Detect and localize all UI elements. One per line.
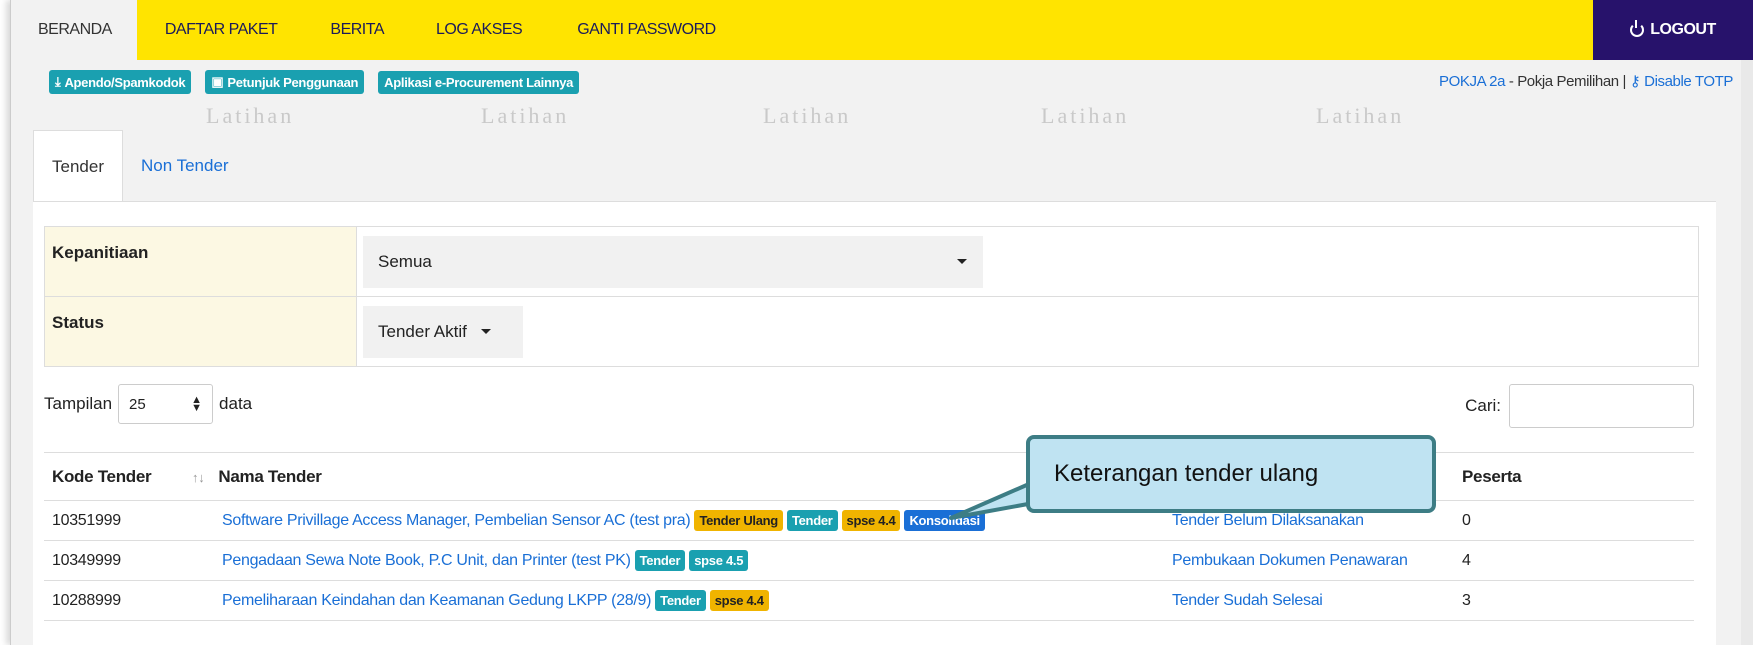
badge: spse 4.4 bbox=[841, 510, 901, 531]
kode-tender-cell: 10349999 bbox=[44, 540, 214, 581]
tender-link[interactable]: Pemeliharaan Keindahan dan Keamanan Gedu… bbox=[222, 592, 651, 609]
nama-tender-cell: Software Privillage Access Manager, Pemb… bbox=[214, 500, 1164, 541]
nama-tender-cell: Pemeliharaan Keindahan dan Keamanan Gedu… bbox=[214, 580, 1164, 621]
watermark: Latihan bbox=[206, 103, 295, 128]
status-select[interactable]: Tender Aktif bbox=[363, 305, 523, 358]
app-window: BERANDA DAFTAR PAKET BERITA LOG AKSES GA… bbox=[10, 0, 1753, 645]
length-prefix: Tampilan bbox=[44, 394, 113, 413]
kepanitiaan-select[interactable]: Semua bbox=[363, 235, 983, 288]
apendo-button[interactable]: ⤓ Apendo/Spamkodok bbox=[49, 70, 192, 94]
table-row: 10349999 Pengadaan Sewa Note Book, P.C Un… bbox=[44, 540, 1694, 581]
col-peserta-label: Peserta bbox=[1462, 466, 1522, 486]
kode-tender-cell: 10288999 bbox=[44, 580, 214, 621]
tab-non-tender[interactable]: Non Tender bbox=[123, 130, 247, 202]
nama-tender-cell: Pengadaan Sewa Note Book, P.C Unit, dan … bbox=[214, 540, 1164, 581]
badge: Konsolidasi bbox=[904, 510, 985, 531]
toolbar: ⤓ Apendo/Spamkodok ▣ Petunjuk Penggunaan A… bbox=[11, 62, 1753, 102]
kepanitiaan-value: Semua bbox=[378, 251, 432, 271]
tender-link[interactable]: Software Privillage Access Manager, Pemb… bbox=[222, 512, 691, 529]
apendo-label: Apendo/Spamkodok bbox=[64, 74, 186, 90]
power-icon bbox=[1630, 20, 1645, 37]
badge: Tender bbox=[786, 510, 838, 531]
main-panel: Kepanitiaan Semua Status Tender Aktif Ta… bbox=[33, 201, 1716, 645]
aplikasi-lainnya-button[interactable]: Aplikasi e-Procurement Lainnya bbox=[378, 70, 580, 94]
aplikasi-label: Aplikasi e-Procurement Lainnya bbox=[384, 74, 574, 90]
page-length-select[interactable]: 25 ▲ ▼ bbox=[118, 384, 214, 424]
table-header-row: Kode Tender ↑↓ Nama Tender Peserta bbox=[44, 452, 1694, 501]
col-kode-label: Kode Tender bbox=[52, 466, 152, 486]
search-input[interactable] bbox=[1509, 384, 1694, 428]
col-peserta[interactable]: Peserta bbox=[1454, 452, 1694, 501]
filter-table: Kepanitiaan Semua Status Tender Aktif bbox=[44, 226, 1699, 367]
kepanitiaan-label: Kepanitiaan bbox=[44, 226, 357, 297]
nav-beranda[interactable]: BERANDA bbox=[11, 0, 137, 60]
petunjuk-label: Petunjuk Penggunaan bbox=[227, 74, 359, 90]
updown-icon: ▲ ▼ bbox=[191, 394, 203, 414]
tahap-cell: Tender Sudah Selesai bbox=[1164, 580, 1454, 621]
top-navbar: BERANDA DAFTAR PAKET BERITA LOG AKSES GA… bbox=[11, 0, 1753, 60]
col-nama-tender[interactable]: ↑↓ Nama Tender bbox=[192, 452, 1164, 501]
petunjuk-button[interactable]: ▣ Petunjuk Penggunaan bbox=[205, 70, 365, 94]
watermark: Latihan bbox=[481, 103, 570, 128]
badge: Tender Ulang bbox=[694, 510, 783, 531]
nav-ganti-password[interactable]: GANTI PASSWORD bbox=[577, 0, 716, 60]
sort-icon: ↑↓ bbox=[192, 469, 205, 485]
disable-totp-link[interactable]: Disable TOTP bbox=[1644, 73, 1733, 90]
nav-log-akses[interactable]: LOG AKSES bbox=[436, 0, 523, 60]
logout-label: LOGOUT bbox=[1650, 21, 1716, 38]
nav-berita[interactable]: BERITA bbox=[330, 0, 384, 60]
search-label: Cari: bbox=[1465, 396, 1501, 415]
status-label: Status bbox=[44, 296, 357, 367]
search-control: Cari: bbox=[1465, 384, 1694, 428]
chevron-down-icon bbox=[480, 329, 491, 334]
watermark: Latihan bbox=[1316, 103, 1405, 128]
user-role: - Pokja Pemilihan | bbox=[1505, 73, 1630, 90]
download-icon: ⤓ bbox=[55, 74, 61, 89]
tahap-cell: Pembukaan Dokumen Penawaran bbox=[1164, 540, 1454, 581]
kode-tender-cell: 10351999 bbox=[44, 500, 214, 541]
tender-table: Kode Tender ↑↓ Nama Tender Peserta 103519… bbox=[44, 452, 1694, 621]
badge: Tender bbox=[655, 590, 706, 611]
status-value: Tender Aktif bbox=[378, 321, 467, 341]
callout-annotation: Keterangan tender ulang bbox=[1026, 435, 1436, 513]
tender-link[interactable]: Pengadaan Sewa Note Book, P.C Unit, dan … bbox=[222, 552, 631, 569]
status-cell: Tender Aktif bbox=[356, 296, 1699, 367]
user-info: POKJA 2a - Pokja Pemilihan | ⚷ Disable T… bbox=[1439, 72, 1733, 90]
tahap-link[interactable]: Tender Sudah Selesai bbox=[1172, 592, 1323, 609]
badge: spse 4.5 bbox=[689, 550, 749, 571]
user-link[interactable]: POKJA 2a bbox=[1439, 73, 1505, 90]
peserta-cell: 4 bbox=[1454, 540, 1694, 581]
tahap-link[interactable]: Tender Belum Dilaksanakan bbox=[1172, 512, 1364, 529]
tab-tender[interactable]: Tender bbox=[33, 130, 123, 202]
tahap-link[interactable]: Pembukaan Dokumen Penawaran bbox=[1172, 552, 1408, 569]
page-length-value: 25 bbox=[129, 395, 146, 413]
chevron-down-icon bbox=[957, 259, 967, 264]
tab-bar: Tender Non Tender bbox=[33, 130, 247, 202]
book-icon: ▣ bbox=[211, 74, 224, 89]
scrollbar-track[interactable] bbox=[1741, 60, 1753, 645]
peserta-cell: 3 bbox=[1454, 580, 1694, 621]
logout-button[interactable]: LOGOUT bbox=[1593, 0, 1753, 60]
kepanitiaan-cell: Semua bbox=[356, 226, 1699, 297]
badge: Tender bbox=[634, 550, 686, 571]
watermark: Latihan bbox=[1041, 103, 1130, 128]
key-icon: ⚷ bbox=[1629, 73, 1645, 90]
peserta-cell: 0 bbox=[1454, 500, 1694, 541]
col-nama-label: Nama Tender bbox=[218, 466, 322, 486]
col-kode-tender[interactable]: Kode Tender bbox=[44, 452, 214, 501]
table-row: 10288999 Pemeliharaan Keindahan dan Keama… bbox=[44, 580, 1694, 621]
page-length-control: Tampilan 25 ▲ ▼ data bbox=[44, 384, 252, 424]
nav-daftar-paket[interactable]: DAFTAR PAKET bbox=[165, 0, 278, 60]
badge: spse 4.4 bbox=[709, 590, 769, 611]
length-suffix: data bbox=[219, 394, 253, 413]
table-row: 10351999 Software Privillage Access Manag… bbox=[44, 500, 1694, 541]
watermark: Latihan bbox=[763, 103, 852, 128]
